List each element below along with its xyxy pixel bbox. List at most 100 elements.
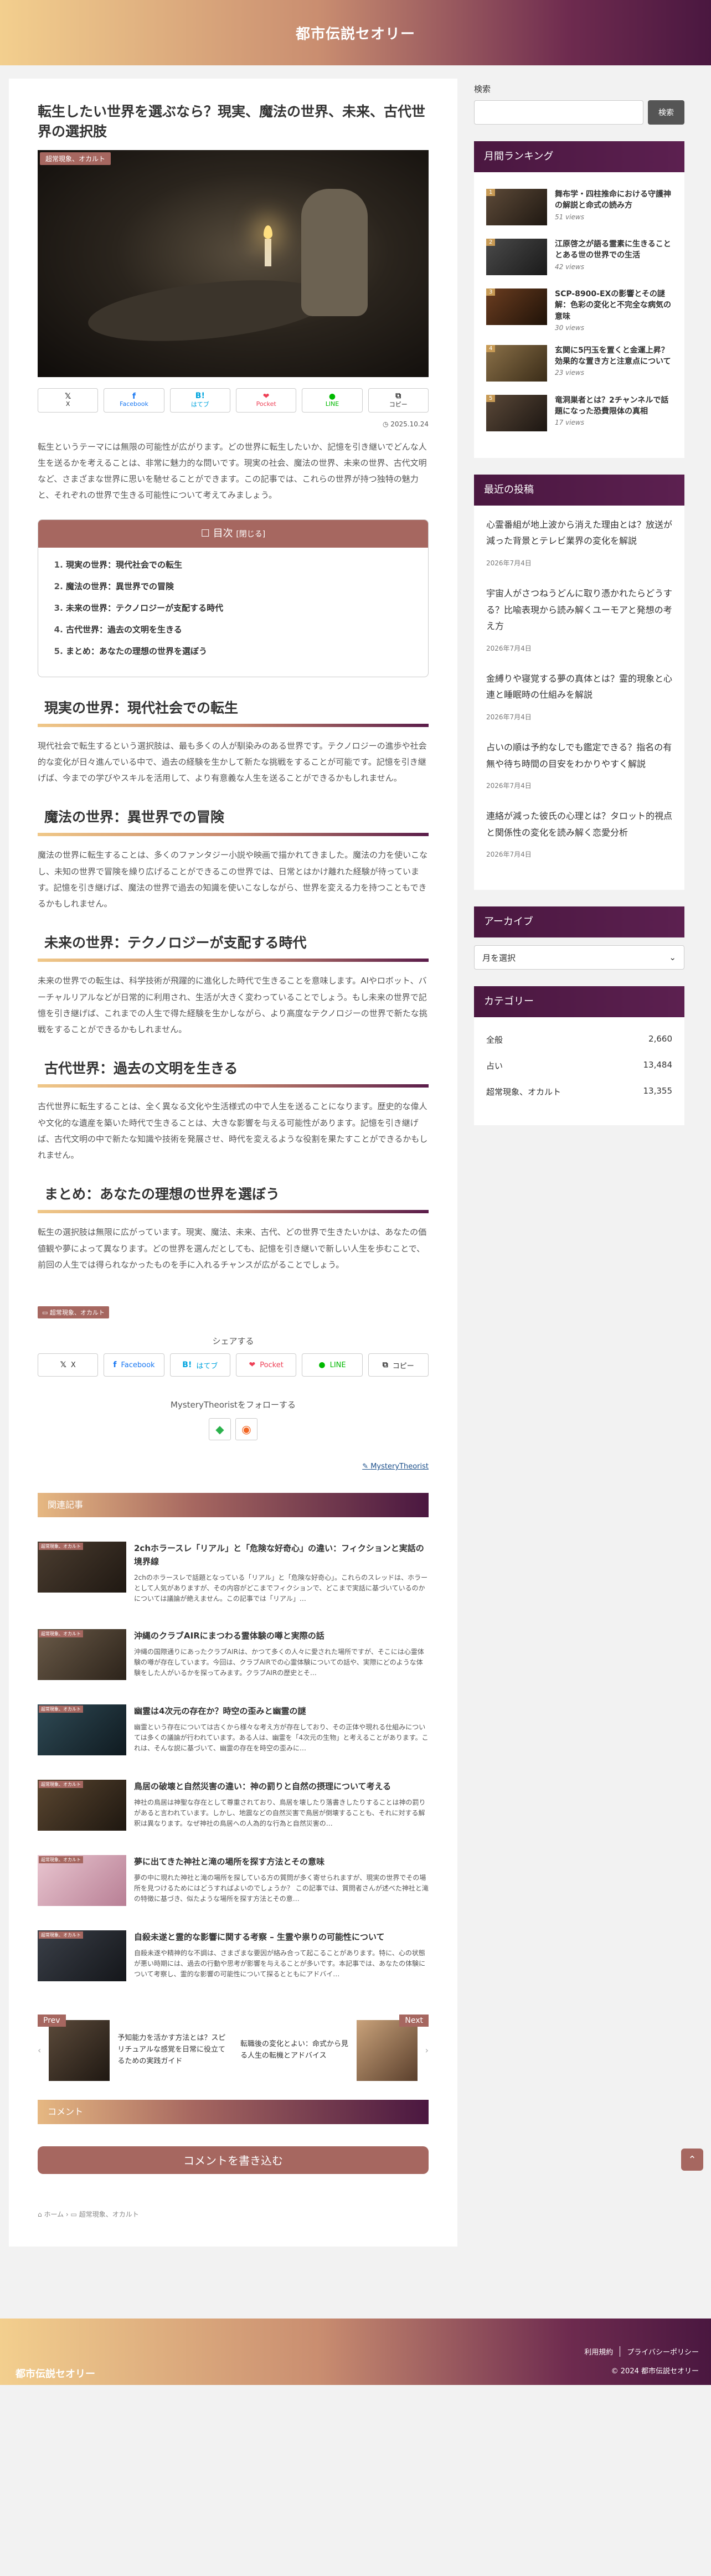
category-widget: カテゴリー 全般 2,660 占い 13,484 超常現象、オカルト 13,355 bbox=[474, 986, 684, 1126]
ranking-thumbnail[interactable]: 3 bbox=[486, 288, 547, 325]
category-item[interactable]: 占い 13,484 bbox=[486, 1060, 672, 1071]
recent-post-title[interactable]: 心霊番組が地上波から消えた理由とは？放送が減った背景とテレビ業界の変化を解説 bbox=[486, 517, 672, 549]
share-copy-button[interactable]: ⧉ コピー bbox=[368, 1353, 429, 1377]
recent-post-title[interactable]: 宇宙人がさつねうどんに取り憑かれたらどうする？比喩表現から読み解くユーモアと発想… bbox=[486, 585, 672, 635]
related-thumbnail[interactable]: 超常現象、オカルト bbox=[38, 1542, 126, 1593]
site-title[interactable]: 都市伝説セオリー bbox=[296, 23, 415, 43]
toc-item[interactable]: 現実の世界：現代社会での転生 bbox=[66, 559, 411, 570]
share-hatena-button[interactable]: B! はてブ bbox=[169, 1353, 230, 1377]
related-item[interactable]: 超常現象、オカルト 鳥居の破壊と自然災害の違い：神の罰りと自然の摂理について考え… bbox=[38, 1779, 429, 1831]
related-thumb-badge: 超常現象、オカルト bbox=[39, 1931, 83, 1939]
toc-item[interactable]: まとめ：あなたの理想の世界を選ぼう bbox=[66, 645, 411, 657]
section-heading: 古代世界：過去の文明を生きる bbox=[38, 1058, 429, 1088]
share-hatena-label: はてブ bbox=[190, 400, 209, 408]
ranking-title[interactable]: SCP-8900-EXの影響とその謎解：色彩の変化と不完全な病気の意味 bbox=[555, 288, 672, 322]
share-copy-button[interactable]: ⧉ コピー bbox=[368, 388, 429, 413]
ranking-thumbnail[interactable]: 1 bbox=[486, 189, 547, 225]
rss-icon[interactable]: ◉ bbox=[235, 1418, 257, 1440]
category-item[interactable]: 超常現象、オカルト 13,355 bbox=[486, 1086, 672, 1098]
hatena-icon: B! bbox=[195, 391, 205, 400]
line-icon: ● bbox=[318, 1361, 326, 1369]
ranking-item[interactable]: 1 舞布学・四柱推命における守護神の解説と命式の読み方 51 views bbox=[486, 189, 672, 225]
share-hatena-button[interactable]: B! はてブ bbox=[169, 388, 230, 413]
toc-item[interactable]: 古代世界：過去の文明を生きる bbox=[66, 624, 411, 635]
footer-privacy-link[interactable]: プライバシーポリシー bbox=[620, 2346, 699, 2357]
share-facebook-button[interactable]: f Facebook bbox=[104, 388, 164, 413]
ranking-thumbnail[interactable]: 5 bbox=[486, 394, 547, 431]
recent-post-title[interactable]: 金縛りや寝覚する夢の真体とは？霊的現象と心連と睡眠時の仕組みを解説 bbox=[486, 671, 672, 703]
related-thumbnail[interactable]: 超常現象、オカルト bbox=[38, 1854, 126, 1906]
write-comment-button[interactable]: コメントを書き込む bbox=[38, 2146, 429, 2174]
related-desc: 幽霊という存在については古くから様々な考え方が存在しており、その正体や現れる仕組… bbox=[134, 1723, 429, 1752]
related-item[interactable]: 超常現象、オカルト 自殺未遂と霊的な影響に関する考察 – 生霊や祟りの可能性につ… bbox=[38, 1930, 429, 1981]
share-pocket-button[interactable]: ❤ Pocket bbox=[235, 388, 297, 413]
related-item[interactable]: 超常現象、オカルト 夢に出てきた神社と滝の場所を探す方法とその意味 夢の中に現れた… bbox=[38, 1854, 429, 1906]
share-line-button[interactable]: ● LINE bbox=[302, 1353, 363, 1377]
ranking-item[interactable]: 2 江原啓之が語る霊素に生きることとある世の世界での生活 42 views bbox=[486, 239, 672, 275]
toc-item[interactable]: 未来の世界：テクノロジーが支配する時代 bbox=[66, 602, 411, 614]
prev-title: 予知能力を活かす方法とは？スピリチュアルな感覚を日常に役立てるための実践ガイド bbox=[117, 2034, 226, 2065]
ranking-title[interactable]: 江原啓之が語る霊素に生きることとある世の世界での生活 bbox=[555, 239, 672, 261]
ranking-thumbnail[interactable]: 4 bbox=[486, 344, 547, 382]
ranking-item[interactable]: 4 玄関に5円玉を置くと金運上昇？効果的な置き方と注意点について 23 views bbox=[486, 344, 672, 382]
recent-post-title[interactable]: 連絡が減った彼氏の心理とは？タロット的視点と関係性の変化を読み解く恋愛分析 bbox=[486, 808, 672, 841]
search-form: 検索 bbox=[474, 100, 684, 125]
toc-toggle[interactable]: [閉じる] bbox=[236, 530, 265, 539]
author-link[interactable]: ✎ MysteryTheorist bbox=[38, 1462, 429, 1471]
footer-site-title[interactable]: 都市伝説セオリー bbox=[16, 2366, 95, 2381]
share-x-label: X bbox=[65, 400, 70, 408]
share-pocket-button[interactable]: ❤ Pocket bbox=[235, 1353, 297, 1377]
related-item[interactable]: 超常現象、オカルト 2chホラースレ「リアル」と「危険な好奇心」の違い：フィクシ… bbox=[38, 1542, 429, 1605]
share-line-button[interactable]: ● LINE bbox=[302, 388, 363, 413]
related-title[interactable]: 沖縄のクラブAIRにまつわる霊体験の噂と実際の話 bbox=[134, 1629, 429, 1642]
breadcrumb-category[interactable]: 超常現象、オカルト bbox=[79, 2211, 139, 2218]
related-thumbnail[interactable]: 超常現象、オカルト bbox=[38, 1930, 126, 1981]
ranking-item[interactable]: 3 SCP-8900-EXの影響とその謎解：色彩の変化と不完全な病気の意味 30 … bbox=[486, 288, 672, 332]
toc-item[interactable]: 魔法の世界：異世界での冒険 bbox=[66, 580, 411, 592]
related-title[interactable]: 2chホラースレ「リアル」と「危険な好奇心」の違い：フィクションと実話の境界線 bbox=[134, 1542, 429, 1568]
category-tag[interactable]: ▭ 超常現象、オカルト bbox=[38, 1306, 109, 1318]
related-thumbnail[interactable]: 超常現象、オカルト bbox=[38, 1704, 126, 1755]
related-item[interactable]: 超常現象、オカルト 沖縄のクラブAIRにまつわる霊体験の噂と実際の話 沖縄の国際通… bbox=[38, 1629, 429, 1680]
facebook-icon: f bbox=[113, 1361, 117, 1369]
back-to-top-button[interactable]: ⌃ bbox=[681, 2149, 703, 2171]
share-label: シェアする bbox=[212, 1336, 254, 1346]
section-heading: まとめ：あなたの理想の世界を選ぼう bbox=[38, 1183, 429, 1214]
ranking-item[interactable]: 5 竜洞巣者とは？2チャンネルで話題になった恐費限体の真相 17 views bbox=[486, 394, 672, 431]
breadcrumb-home[interactable]: ホーム bbox=[44, 2211, 64, 2218]
related-item[interactable]: 超常現象、オカルト 幽霊は4次元の存在か？時空の歪みと幽霊の謎幽霊という存在につ… bbox=[38, 1704, 429, 1755]
category-count: 13,355 bbox=[643, 1086, 673, 1096]
share-x-button[interactable]: 𝕏X bbox=[38, 388, 99, 413]
related-thumbnail[interactable]: 超常現象、オカルト bbox=[38, 1779, 126, 1831]
prev-thumbnail[interactable] bbox=[49, 2019, 110, 2081]
search-input[interactable] bbox=[474, 100, 643, 125]
next-post-link[interactable]: Next 転職後の変化とよい：命式から見る人生の転機とアドバイス › bbox=[240, 2014, 429, 2086]
ranking-title[interactable]: 舞布学・四柱推命における守護神の解説と命式の読み方 bbox=[555, 189, 672, 212]
share-copy-label: コピー bbox=[389, 400, 408, 408]
ranking-thumbnail[interactable]: 2 bbox=[486, 239, 547, 275]
archive-select[interactable]: 月を選択 ⌄ bbox=[474, 945, 684, 970]
section-heading: 現実の世界：現代社会での転生 bbox=[38, 697, 429, 727]
toc-header[interactable]: ☐ 目次 [閉じる] bbox=[38, 519, 428, 548]
related-title[interactable]: 鳥居の破壊と自然災害の違い：神の罰りと自然の摂理について考える bbox=[134, 1780, 429, 1793]
related-thumbnail[interactable]: 超常現象、オカルト bbox=[38, 1629, 126, 1680]
footer-terms-link[interactable]: 利用規約 bbox=[584, 2346, 613, 2357]
related-title[interactable]: 自殺未遂と霊的な影響に関する考察 – 生霊や祟りの可能性について bbox=[134, 1930, 429, 1944]
related-title[interactable]: 幽霊は4次元の存在か？時空の歪みと幽霊の謎 bbox=[134, 1704, 429, 1718]
share-facebook-button[interactable]: f Facebook bbox=[104, 1353, 164, 1377]
category-badge[interactable]: 超常現象、オカルト bbox=[40, 152, 111, 165]
search-button[interactable]: 検索 bbox=[648, 100, 684, 125]
share-x-button[interactable]: 𝕏X bbox=[38, 1353, 99, 1377]
category-item[interactable]: 全般 2,660 bbox=[486, 1034, 672, 1045]
ranking-title[interactable]: 玄関に5円玉を置くと金運上昇？効果的な置き方と注意点について bbox=[555, 345, 672, 368]
ranking-title[interactable]: 竜洞巣者とは？2チャンネルで話題になった恐費限体の真相 bbox=[555, 395, 672, 418]
recent-post-title[interactable]: 占いの順は予約なしでも鑑定できる？指名の有無や待ち時間の目安をわかりやすく解説 bbox=[486, 739, 672, 772]
next-thumbnail[interactable] bbox=[356, 2019, 418, 2081]
related-title[interactable]: 夢に出てきた神社と滝の場所を探す方法とその意味 bbox=[134, 1855, 429, 1868]
recent-posts-list: 心霊番組が地上波から消えた理由とは？放送が減った背景とテレビ業界の変化を解説 20… bbox=[474, 506, 684, 890]
feedly-icon[interactable]: ◆ bbox=[209, 1418, 231, 1440]
related-thumb-badge: 超常現象、オカルト bbox=[39, 1780, 83, 1788]
recent-post-item: 連絡が減った彼氏の心理とは？タロット的視点と関係性の変化を読み解く恋愛分析 202… bbox=[486, 808, 672, 868]
post-date: ◷ 2025.10.24 bbox=[38, 420, 429, 428]
prev-post-link[interactable]: Prev ‹ 予知能力を活かす方法とは？スピリチュアルな感覚を日常に役立てるため… bbox=[38, 2014, 226, 2086]
